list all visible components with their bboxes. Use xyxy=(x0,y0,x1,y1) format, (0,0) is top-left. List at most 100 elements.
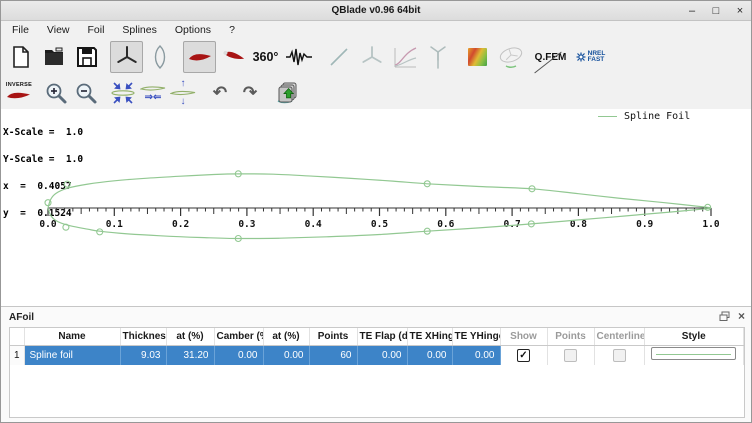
cell-camber[interactable]: 0.00 xyxy=(214,345,263,365)
scale-y-button[interactable]: ↑ ↓ xyxy=(168,79,198,107)
header-name[interactable]: Name xyxy=(24,328,120,345)
new-project-button[interactable] xyxy=(4,41,37,73)
header-show-points[interactable]: Points xyxy=(547,328,594,345)
header-camber-at[interactable]: at (%) xyxy=(263,328,309,345)
rotor-module-button[interactable] xyxy=(110,41,143,73)
header-thickness-at[interactable]: at (%) xyxy=(166,328,214,345)
minimize-button[interactable]: – xyxy=(685,2,699,20)
zoom-in-icon xyxy=(44,81,68,105)
foil-toolbar: INVERSE ⇒⇐ xyxy=(1,76,751,109)
foil-ellipse-button[interactable] xyxy=(143,41,176,73)
header-te-yhinge[interactable]: TE YHinge xyxy=(452,328,500,345)
window-title: QBlade v0.96 64bit xyxy=(1,5,751,16)
store-foil-button[interactable] xyxy=(272,79,302,107)
inverse-design-button[interactable]: INVERSE xyxy=(4,79,34,107)
airfoil-tilted-icon xyxy=(220,45,246,69)
rotor-disk-button[interactable] xyxy=(494,41,527,73)
maximize-button[interactable]: □ xyxy=(709,2,723,20)
cell-camber-at[interactable]: 0.00 xyxy=(263,345,309,365)
foil-table-row[interactable]: 1 Spline foil 9.03 31.20 0.00 0.00 60 0.… xyxy=(10,345,744,365)
svg-text:0.2: 0.2 xyxy=(172,219,189,230)
header-te-xhinge[interactable]: TE XHinge xyxy=(407,328,452,345)
main-toolbar: 360° Q.FEM xyxy=(1,38,751,76)
close-button[interactable]: × xyxy=(733,2,747,20)
menu-splines[interactable]: Splines xyxy=(113,23,165,37)
airfoil-design-button[interactable] xyxy=(183,41,216,73)
svg-text:0.3: 0.3 xyxy=(238,219,255,230)
new-file-icon xyxy=(9,45,33,69)
cell-te-xhinge[interactable]: 0.00 xyxy=(407,345,452,365)
heatmap-icon xyxy=(468,48,487,66)
open-project-button[interactable] xyxy=(37,41,70,73)
close-panel-icon[interactable]: × xyxy=(738,310,745,322)
turbine-simulation-button[interactable] xyxy=(421,41,454,73)
turbulence-button[interactable] xyxy=(282,41,315,73)
afoil-panel: AFoil × Name Thickness (%) xyxy=(1,306,752,423)
squeeze-x-icon: ⇒⇐ xyxy=(140,83,166,102)
foil-table: Name Thickness (%) at (%) Camber (%) at … xyxy=(10,328,744,365)
afoil-panel-title: AFoil xyxy=(9,312,34,323)
waveform-icon xyxy=(285,45,313,69)
cell-name[interactable]: Spline foil xyxy=(24,345,120,365)
redo-button[interactable]: ↷ xyxy=(235,79,265,107)
qfem-label: Q.FEM xyxy=(535,52,567,63)
svg-text:0.9: 0.9 xyxy=(636,219,653,230)
airfoil-icon xyxy=(187,46,213,68)
menu-foil[interactable]: Foil xyxy=(79,23,114,37)
float-panel-icon[interactable] xyxy=(719,311,730,322)
inverse-foil-icon: INVERSE xyxy=(6,82,32,103)
characteristic-curves-button[interactable] xyxy=(388,41,421,73)
rotor-simulation-button[interactable] xyxy=(355,41,388,73)
style-preview[interactable] xyxy=(651,347,736,360)
cell-thickness-at[interactable]: 31.20 xyxy=(166,345,214,365)
points-checkbox[interactable] xyxy=(564,349,577,362)
cell-points[interactable]: 60 xyxy=(309,345,357,365)
cell-thickness[interactable]: 9.03 xyxy=(120,345,166,365)
redo-icon: ↷ xyxy=(243,84,257,101)
header-centerline[interactable]: Centerline xyxy=(594,328,644,345)
nrel-fast-icon: NRELFAST xyxy=(576,51,606,64)
header-camber[interactable]: Camber (%) xyxy=(214,328,263,345)
gear-icon xyxy=(576,52,586,62)
rotor-disk-icon xyxy=(497,44,525,70)
menu-help[interactable]: ? xyxy=(220,23,244,37)
cell-te-flap[interactable]: 0.00 xyxy=(357,345,407,365)
scale-x-button[interactable]: ⇒⇐ xyxy=(138,79,168,107)
zoom-out-button[interactable] xyxy=(71,79,101,107)
qfem-button[interactable]: Q.FEM xyxy=(534,41,567,73)
show-checkbox[interactable]: ✓ xyxy=(517,349,530,362)
svg-text:0.0: 0.0 xyxy=(39,219,56,230)
qblade-window: QBlade v0.96 64bit – □ × File View Foil … xyxy=(0,0,752,423)
zoom-out-icon xyxy=(74,81,98,105)
header-te-flap[interactable]: TE Flap (deg) xyxy=(357,328,407,345)
undo-icon: ↶ xyxy=(213,84,227,101)
polar-360-label: 360° xyxy=(253,50,279,64)
blade-design-button[interactable] xyxy=(322,41,355,73)
nrel-fast-button[interactable]: NRELFAST xyxy=(574,41,607,73)
airfoil-analysis-button[interactable] xyxy=(216,41,249,73)
header-style[interactable]: Style xyxy=(644,328,744,345)
polar-360-button[interactable]: 360° xyxy=(249,41,282,73)
undo-button[interactable]: ↶ xyxy=(205,79,235,107)
reset-scale-button[interactable] xyxy=(108,79,138,107)
menu-options[interactable]: Options xyxy=(166,23,220,37)
window-controls: – □ × xyxy=(685,1,747,21)
cell-te-yhinge[interactable]: 0.00 xyxy=(452,345,500,365)
header-points[interactable]: Points xyxy=(309,328,357,345)
svg-text:0.1: 0.1 xyxy=(106,219,123,230)
foil-canvas[interactable]: X-Scale = 1.0 Y-Scale = 1.0 x = 0.4057 y… xyxy=(1,109,752,306)
blade-line-icon xyxy=(327,45,351,69)
menu-view[interactable]: View xyxy=(38,23,79,37)
foil-table-container: Name Thickness (%) at (%) Camber (%) at … xyxy=(9,327,745,418)
header-thickness[interactable]: Thickness (%) xyxy=(120,328,166,345)
save-button[interactable] xyxy=(70,41,103,73)
svg-text:0.5: 0.5 xyxy=(371,219,388,230)
centerline-checkbox[interactable] xyxy=(613,349,626,362)
airfoil-plot[interactable]: 0.00.10.20.30.40.50.60.70.80.91.0 xyxy=(1,109,752,306)
fit-view-icon xyxy=(110,80,136,106)
header-show[interactable]: Show xyxy=(500,328,547,345)
menu-file[interactable]: File xyxy=(3,23,38,37)
multi-parameter-simulation-button[interactable] xyxy=(461,41,494,73)
zoom-in-button[interactable] xyxy=(41,79,71,107)
stretch-y-icon: ↑ ↓ xyxy=(170,79,196,106)
